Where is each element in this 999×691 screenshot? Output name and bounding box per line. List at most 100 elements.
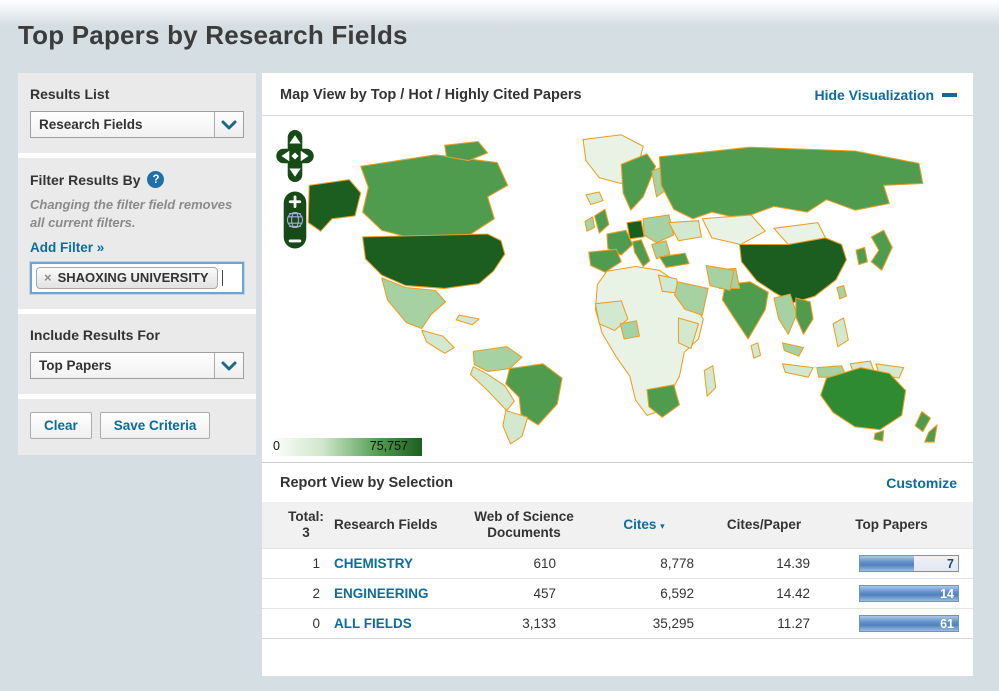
filter-section: Filter Results By ? Changing the filter … [18,158,256,309]
cites-per-paper-value: 14.42 [706,586,822,601]
country-peru-bolivia [470,367,514,411]
top-papers-bar: 61 [859,615,959,632]
chevron-down-icon[interactable] [214,112,243,137]
arctic-islands [445,141,488,160]
country-ukraine [669,221,701,241]
remove-tag-x-icon[interactable]: × [44,270,52,285]
include-results-selected-value: Top Papers [31,353,214,378]
field-link-all-fields[interactable]: ALL FIELDS [334,616,412,631]
filter-tag-label: SHAOXING UNIVERSITY [58,270,209,285]
map-pan-control[interactable] [276,130,314,182]
customize-link[interactable]: Customize [886,475,957,491]
sidebar: Results List Research Fields Filter Resu… [18,73,256,455]
filter-results-by-label: Filter Results By [30,172,140,188]
country-iran [706,266,734,291]
country-madagascar [704,366,715,397]
column-header-total: Total: 3 [278,509,334,541]
south-america-region[interactable] [470,347,562,444]
oceania-region[interactable] [783,361,938,442]
country-australia [821,368,906,430]
cites-per-paper-value: 14.39 [706,556,822,571]
country-sri-lanka [751,343,761,358]
add-filter-link[interactable]: Add Filter » [30,240,104,255]
chevron-down-icon[interactable] [214,353,243,378]
country-germany [627,221,644,239]
cites-per-paper-value: 11.27 [706,616,822,631]
table-row-all-fields: 0 ALL FIELDS 3,133 35,295 11.27 61 [262,608,973,638]
top-papers-value: 61 [940,617,954,631]
country-russia [659,147,922,219]
country-south-korea [856,247,867,264]
country-vietnam [796,298,813,334]
cites-value: 8,778 [582,556,706,571]
report-view-header: Report View by Selection Customize [262,462,973,502]
country-new-zealand-north [915,412,930,432]
map-area: 0 75,757 [262,116,973,462]
north-america-region[interactable] [308,135,643,354]
country-malaysia [783,343,804,356]
total-count: 3 [278,525,334,541]
include-results-dropdown[interactable]: Top Papers [30,352,244,379]
country-uk [595,209,609,233]
table-header-row: Total: 3 Research Fields Web of Science … [262,502,973,548]
country-philippines [833,318,848,347]
top-papers-bar: 14 [859,585,959,602]
map-view-title: Map View by Top / Hot / Highly Cited Pap… [280,87,582,103]
help-question-icon[interactable]: ? [147,171,164,188]
field-link-engineering[interactable]: ENGINEERING [334,586,429,601]
row-rank: 0 [278,616,334,631]
country-nigeria [620,321,639,339]
country-argentina-chile [503,411,528,444]
country-new-zealand-south [925,425,937,442]
hide-visualization-link[interactable]: Hide Visualization [814,87,957,103]
include-results-label: Include Results For [30,327,244,343]
country-kazakhstan [702,215,765,245]
wos-documents-value: 457 [466,586,582,601]
page-title: Top Papers by Research Fields [0,0,999,51]
main-panel: Map View by Top / Hot / Highly Cited Pap… [262,73,973,676]
filter-tag-shaoxing-university[interactable]: × SHAOXING UNIVERSITY [36,267,218,289]
row-rank: 2 [278,586,334,601]
column-header-research-fields[interactable]: Research Fields [334,517,466,533]
column-header-wos-documents[interactable]: Web of Science Documents [466,509,582,541]
cites-label: Cites [623,517,656,532]
report-view-title: Report View by Selection [280,475,453,491]
top-papers-bar: 7 [859,555,959,572]
save-criteria-button[interactable]: Save Criteria [100,412,211,439]
map-legend-gradient: 0 75,757 [270,438,422,456]
results-list-selected-value: Research Fields [31,112,214,137]
country-tasmania [874,431,884,441]
country-japan [871,230,892,270]
top-papers-value: 14 [940,587,954,601]
clear-button[interactable]: Clear [30,412,92,439]
results-list-dropdown[interactable]: Research Fields [30,111,244,138]
country-norway-sweden [621,154,655,210]
column-header-top-papers[interactable]: Top Papers [822,517,961,533]
column-header-cites-paper[interactable]: Cites/Paper [706,517,822,533]
sort-descending-icon: ▾ [660,521,665,531]
country-iceland [586,192,603,204]
results-list-label: Results List [30,86,244,102]
filter-input[interactable]: × SHAOXING UNIVERSITY [30,262,244,294]
top-papers-value: 7 [947,557,954,571]
wos-documents-value: 3,133 [466,616,582,631]
country-spain [589,249,621,272]
layout: Results List Research Fields Filter Resu… [18,73,999,676]
country-canada [361,155,508,237]
eastern-europe [643,215,674,243]
country-cuba [456,315,479,325]
world-choropleth-map[interactable] [292,128,960,446]
row-rank: 1 [278,556,334,571]
table-row-engineering: 2 ENGINEERING 457 6,592 14.42 14 [262,578,973,608]
hide-visualization-label: Hide Visualization [814,87,934,103]
map-zoom-control[interactable] [283,191,307,249]
field-link-chemistry[interactable]: CHEMISTRY [334,556,413,571]
central-america [422,330,454,353]
column-header-cites-sorted[interactable]: Cites ▾ [582,517,706,533]
east-africa [678,318,698,349]
country-ireland [585,217,595,231]
country-alaska-us [308,180,360,232]
text-caret [222,270,223,286]
legend-min-value: 0 [273,439,280,453]
cites-value: 35,295 [582,616,706,631]
